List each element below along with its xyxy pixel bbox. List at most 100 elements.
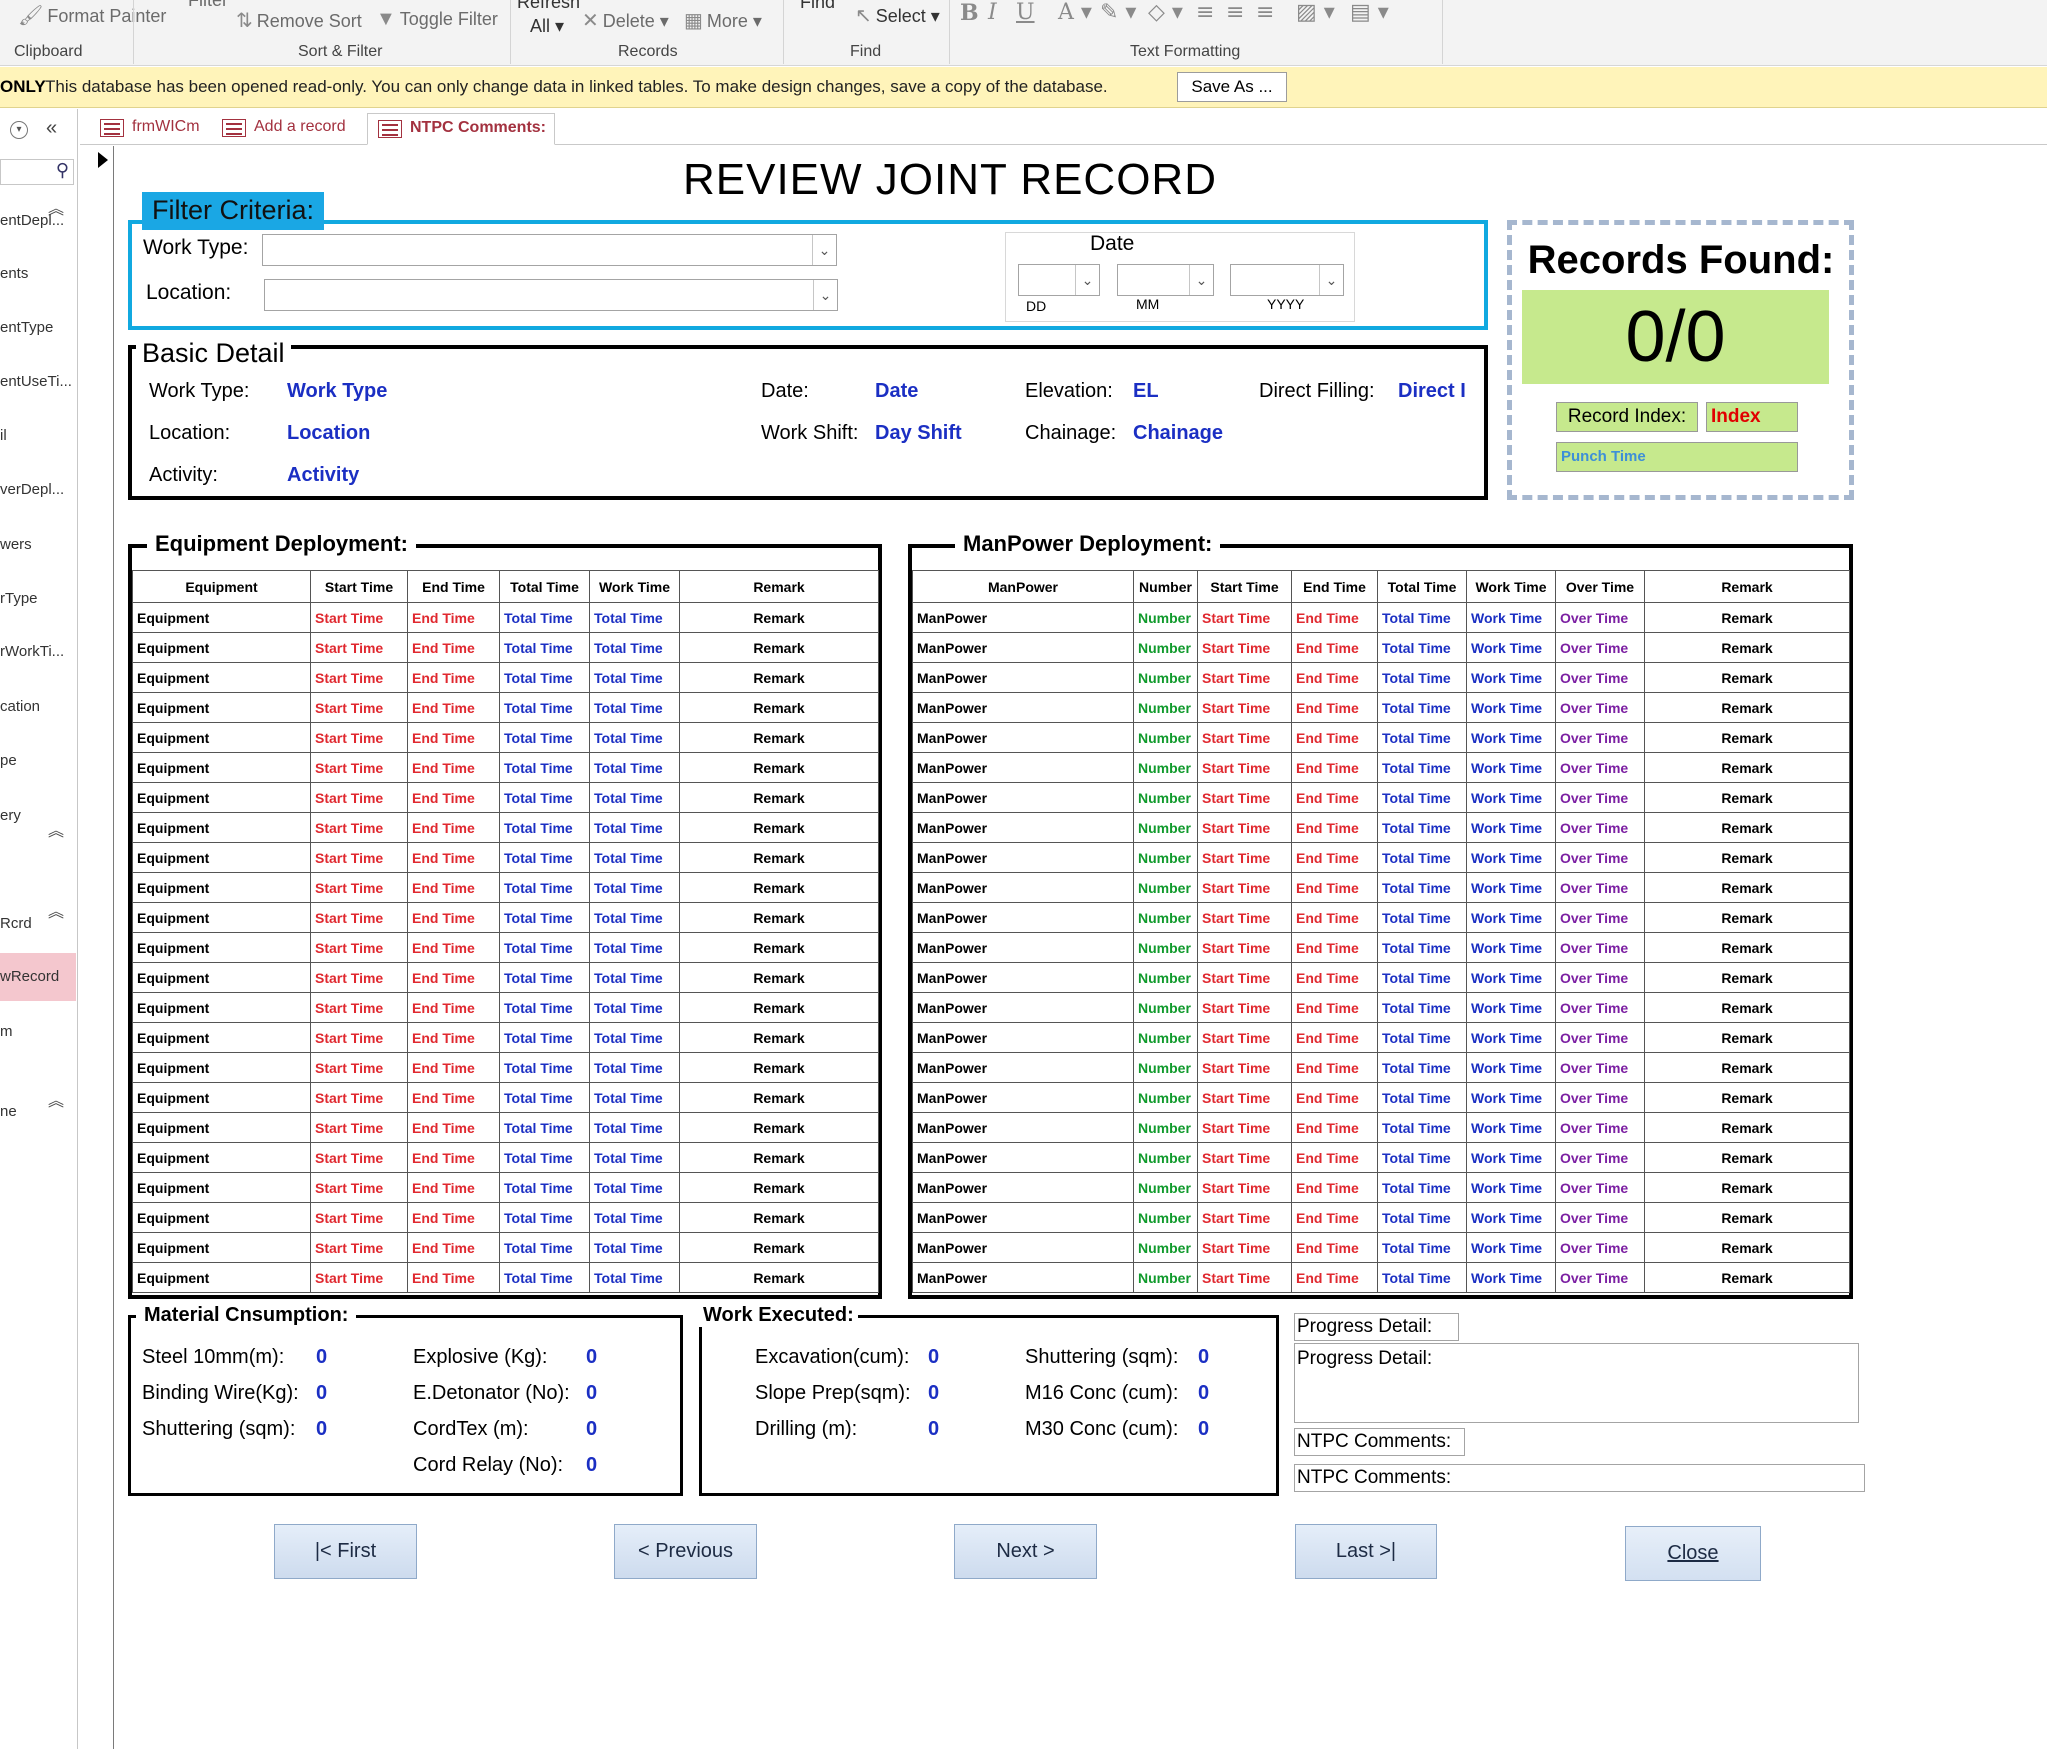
- manpower-cell[interactable]: Start Time: [1197, 932, 1292, 963]
- manpower-cell[interactable]: Number: [1133, 842, 1198, 873]
- equipment-cell[interactable]: End Time: [407, 992, 500, 1023]
- manpower-cell[interactable]: Work Time: [1466, 662, 1556, 693]
- equipment-cell[interactable]: Total Time: [499, 1142, 590, 1173]
- manpower-cell[interactable]: Start Time: [1197, 1202, 1292, 1233]
- equipment-cell[interactable]: Remark: [679, 1022, 879, 1053]
- manpower-cell[interactable]: Number: [1133, 1172, 1198, 1203]
- close-button[interactable]: Close: [1625, 1526, 1761, 1581]
- manpower-cell[interactable]: Start Time: [1197, 722, 1292, 753]
- equipment-cell[interactable]: Equipment: [132, 842, 311, 873]
- chevron-down-icon[interactable]: ⌄: [1189, 265, 1213, 295]
- equipment-cell[interactable]: Equipment: [132, 1262, 311, 1293]
- equipment-cell[interactable]: Total Time: [499, 1112, 590, 1143]
- equipment-cell[interactable]: Equipment: [132, 962, 311, 993]
- manpower-cell[interactable]: End Time: [1291, 812, 1378, 843]
- nav-item[interactable]: rWorkTi...: [0, 628, 76, 676]
- manpower-cell[interactable]: Total Time: [1377, 962, 1467, 993]
- manpower-cell[interactable]: Number: [1133, 602, 1198, 633]
- filter-year-combo[interactable]: ⌄: [1230, 264, 1344, 296]
- equipment-cell[interactable]: Total Time: [499, 782, 590, 813]
- manpower-cell[interactable]: ManPower: [912, 1022, 1134, 1053]
- manpower-cell[interactable]: Start Time: [1197, 602, 1292, 633]
- manpower-cell[interactable]: End Time: [1291, 1022, 1378, 1053]
- equipment-cell[interactable]: End Time: [407, 602, 500, 633]
- equipment-cell[interactable]: Equipment: [132, 782, 311, 813]
- equipment-cell[interactable]: Total Time: [499, 902, 590, 933]
- manpower-cell[interactable]: Number: [1133, 962, 1198, 993]
- equipment-cell[interactable]: Remark: [679, 1232, 879, 1263]
- manpower-cell[interactable]: Over Time: [1555, 782, 1645, 813]
- equipment-cell[interactable]: Total Time: [499, 1232, 590, 1263]
- remove-sort-button[interactable]: ⇅ Remove Sort: [236, 8, 362, 33]
- manpower-cell[interactable]: Over Time: [1555, 1202, 1645, 1233]
- manpower-cell[interactable]: Number: [1133, 692, 1198, 723]
- manpower-cell[interactable]: Over Time: [1555, 1142, 1645, 1173]
- equipment-cell[interactable]: Start Time: [310, 872, 408, 903]
- manpower-cell[interactable]: Start Time: [1197, 1082, 1292, 1113]
- equipment-cell[interactable]: Equipment: [132, 1202, 311, 1233]
- equipment-cell[interactable]: Remark: [679, 1082, 879, 1113]
- manpower-cell[interactable]: Work Time: [1466, 812, 1556, 843]
- equipment-cell[interactable]: Total Time: [589, 1112, 680, 1143]
- manpower-cell[interactable]: Work Time: [1466, 1232, 1556, 1263]
- manpower-cell[interactable]: ManPower: [912, 842, 1134, 873]
- manpower-cell[interactable]: Start Time: [1197, 692, 1292, 723]
- manpower-cell[interactable]: Total Time: [1377, 602, 1467, 633]
- manpower-cell[interactable]: End Time: [1291, 962, 1378, 993]
- highlight-icon[interactable]: ✎ ▾: [1100, 0, 1136, 25]
- equipment-cell[interactable]: Remark: [679, 842, 879, 873]
- align-center-icon[interactable]: ≡: [1226, 0, 1244, 25]
- equipment-cell[interactable]: Start Time: [310, 1022, 408, 1053]
- equipment-cell[interactable]: Total Time: [589, 752, 680, 783]
- equipment-cell[interactable]: Equipment: [132, 1112, 311, 1143]
- manpower-cell[interactable]: ManPower: [912, 1262, 1134, 1293]
- equipment-cell[interactable]: Total Time: [499, 1082, 590, 1113]
- equipment-cell[interactable]: End Time: [407, 1142, 500, 1173]
- manpower-cell[interactable]: End Time: [1291, 992, 1378, 1023]
- manpower-cell[interactable]: Total Time: [1377, 662, 1467, 693]
- manpower-cell[interactable]: End Time: [1291, 1142, 1378, 1173]
- nav-item[interactable]: ne: [0, 1088, 76, 1136]
- manpower-cell[interactable]: Number: [1133, 1022, 1198, 1053]
- manpower-cell[interactable]: Total Time: [1377, 872, 1467, 903]
- nav-dropdown-icon[interactable]: ▾: [10, 121, 28, 139]
- manpower-cell[interactable]: Over Time: [1555, 662, 1645, 693]
- manpower-cell[interactable]: End Time: [1291, 632, 1378, 663]
- manpower-cell[interactable]: Total Time: [1377, 782, 1467, 813]
- manpower-cell[interactable]: Start Time: [1197, 872, 1292, 903]
- manpower-cell[interactable]: ManPower: [912, 1052, 1134, 1083]
- equipment-cell[interactable]: Total Time: [589, 992, 680, 1023]
- manpower-cell[interactable]: Remark: [1644, 752, 1850, 783]
- equipment-cell[interactable]: Remark: [679, 992, 879, 1023]
- equipment-cell[interactable]: Equipment: [132, 932, 311, 963]
- manpower-cell[interactable]: Number: [1133, 992, 1198, 1023]
- equipment-cell[interactable]: Total Time: [589, 632, 680, 663]
- equipment-cell[interactable]: Total Time: [499, 962, 590, 993]
- manpower-cell[interactable]: Total Time: [1377, 1142, 1467, 1173]
- manpower-cell[interactable]: Start Time: [1197, 632, 1292, 663]
- equipment-cell[interactable]: Remark: [679, 632, 879, 663]
- manpower-cell[interactable]: Total Time: [1377, 1262, 1467, 1293]
- manpower-cell[interactable]: Number: [1133, 1052, 1198, 1083]
- manpower-cell[interactable]: Number: [1133, 632, 1198, 663]
- equipment-cell[interactable]: Remark: [679, 1112, 879, 1143]
- equipment-cell[interactable]: Equipment: [132, 1142, 311, 1173]
- manpower-cell[interactable]: Over Time: [1555, 602, 1645, 633]
- manpower-cell[interactable]: Total Time: [1377, 1052, 1467, 1083]
- manpower-cell[interactable]: ManPower: [912, 812, 1134, 843]
- fill-color-icon[interactable]: ◇ ▾: [1148, 0, 1183, 25]
- manpower-cell[interactable]: Work Time: [1466, 1172, 1556, 1203]
- equipment-cell[interactable]: Total Time: [589, 602, 680, 633]
- nav-item[interactable]: entDepl...: [0, 197, 76, 245]
- manpower-cell[interactable]: Remark: [1644, 962, 1850, 993]
- equipment-cell[interactable]: End Time: [407, 842, 500, 873]
- manpower-cell[interactable]: End Time: [1291, 932, 1378, 963]
- italic-icon[interactable]: I: [988, 0, 997, 25]
- manpower-cell[interactable]: Remark: [1644, 1202, 1850, 1233]
- equipment-cell[interactable]: Total Time: [589, 842, 680, 873]
- equipment-cell[interactable]: Start Time: [310, 1052, 408, 1083]
- manpower-cell[interactable]: ManPower: [912, 782, 1134, 813]
- manpower-cell[interactable]: Work Time: [1466, 962, 1556, 993]
- manpower-cell[interactable]: Start Time: [1197, 1052, 1292, 1083]
- manpower-cell[interactable]: End Time: [1291, 902, 1378, 933]
